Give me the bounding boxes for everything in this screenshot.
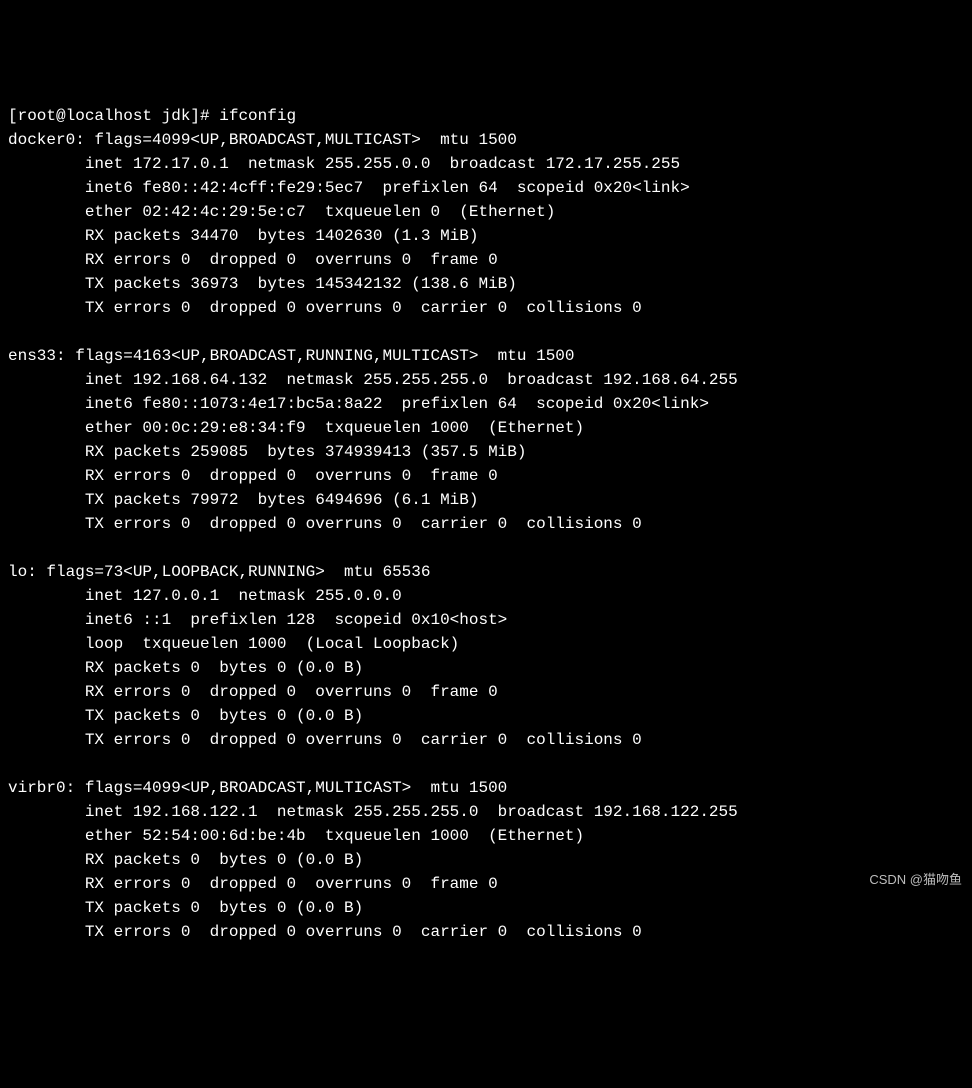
watermark-text: CSDN @猫吻鱼 xyxy=(869,870,962,890)
terminal-output: [root@localhost jdk]# ifconfig docker0: … xyxy=(8,104,964,944)
